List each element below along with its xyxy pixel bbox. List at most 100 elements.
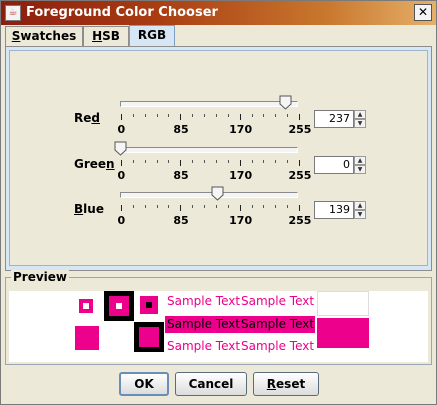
green-slider-track[interactable] xyxy=(120,147,298,153)
major-tick xyxy=(121,205,122,211)
preview-swatch-dot xyxy=(116,303,122,309)
reset-label: eset xyxy=(276,377,306,391)
red-increment-icon[interactable]: ▲ xyxy=(354,110,366,119)
minor-tick xyxy=(263,205,264,208)
ok-button[interactable]: OK xyxy=(119,372,169,396)
major-tick xyxy=(121,114,122,120)
preview-swatch-solid xyxy=(75,326,99,350)
close-button[interactable]: ✕ xyxy=(414,4,432,21)
blue-value-field[interactable]: 139 xyxy=(314,201,354,219)
rgb-tab-panel: Red 0 85 170 255 237 ▲ ▼ Green 0 85 170 255 0 … xyxy=(5,46,432,271)
tab-hsb-label: SB xyxy=(102,29,120,43)
blue-increment-icon[interactable]: ▲ xyxy=(354,201,366,210)
red-slider-thumb[interactable] xyxy=(279,95,292,110)
red-label: Red xyxy=(74,111,100,125)
minor-tick xyxy=(228,205,229,208)
red-spinner[interactable]: 237 ▲ ▼ xyxy=(314,110,366,128)
cancel-button[interactable]: Cancel xyxy=(175,372,247,396)
green-slider-ticks xyxy=(121,160,300,166)
red-decrement-icon[interactable]: ▼ xyxy=(354,119,366,128)
preview-swatch-fg xyxy=(79,299,93,313)
red-slider-track[interactable] xyxy=(120,101,298,107)
tab-hsb[interactable]: HSB xyxy=(83,26,129,46)
green-tick-label: 85 xyxy=(173,169,189,182)
red-tick-label: 170 xyxy=(229,123,253,136)
blue-slider-ticks xyxy=(121,205,300,211)
preview-group: Preview Sample Text Sample Text Sample T… xyxy=(5,270,432,365)
minor-tick xyxy=(204,205,205,208)
minor-tick xyxy=(192,160,193,163)
blue-slider-track[interactable] xyxy=(120,192,298,198)
minor-tick xyxy=(263,114,264,117)
preview-swatch-small-outline xyxy=(75,295,97,317)
red-tick-label: 85 xyxy=(173,123,189,136)
red-slider-ticks xyxy=(121,114,300,120)
preview-swatch-fg-box xyxy=(139,327,159,347)
preview-swatch-small-fill xyxy=(140,296,158,314)
blue-tick-label: 85 xyxy=(173,214,189,227)
tab-rgb[interactable]: RGB xyxy=(129,25,175,47)
tab-rgb-label: RGB xyxy=(137,28,167,42)
minor-tick xyxy=(204,114,205,117)
minor-tick xyxy=(275,114,276,117)
major-tick xyxy=(180,160,181,166)
red-tick-label: 0 xyxy=(117,123,126,136)
green-label-mnemonic: n xyxy=(106,157,115,171)
minor-tick xyxy=(287,205,288,208)
preview-legend: Preview xyxy=(11,270,70,284)
minor-tick xyxy=(168,205,169,208)
minor-tick xyxy=(157,205,158,208)
major-tick xyxy=(240,205,241,211)
minor-tick xyxy=(133,114,134,117)
preview-swatch-black-border xyxy=(134,322,164,352)
minor-tick xyxy=(192,205,193,208)
preview-fg-block xyxy=(317,318,369,348)
minor-tick xyxy=(133,160,134,163)
preview-swatch-black-dot xyxy=(146,302,152,308)
green-spinner[interactable]: 0 ▲ ▼ xyxy=(314,156,366,174)
red-label-text: Re xyxy=(74,111,92,125)
minor-tick xyxy=(275,160,276,163)
blue-slider-thumb[interactable] xyxy=(211,186,224,201)
green-tick-label: 255 xyxy=(288,169,312,182)
minor-tick xyxy=(287,160,288,163)
minor-tick xyxy=(192,114,193,117)
minor-tick xyxy=(157,114,158,117)
minor-tick xyxy=(263,160,264,163)
color-chooser-window: ☕ Foreground Color Chooser ✕ Swatches HS… xyxy=(0,0,437,405)
reset-button[interactable]: Reset xyxy=(253,372,319,396)
tab-swatches[interactable]: Swatches xyxy=(5,26,83,46)
title-bar[interactable]: ☕ Foreground Color Chooser ✕ xyxy=(1,1,436,25)
red-tick-label: 255 xyxy=(288,123,312,136)
sample-text-6: Sample Text xyxy=(241,339,315,353)
window-title: Foreground Color Chooser xyxy=(26,5,218,20)
preview-area: Sample Text Sample Text Sample Text Samp… xyxy=(9,291,428,362)
red-label-mnemonic: d xyxy=(91,111,100,125)
sample-text-5: Sample Text xyxy=(167,339,241,353)
green-label-text: Gree xyxy=(74,157,107,171)
blue-tick-label: 0 xyxy=(117,214,126,227)
blue-decrement-icon[interactable]: ▼ xyxy=(354,210,366,219)
green-decrement-icon[interactable]: ▼ xyxy=(354,165,366,174)
major-tick xyxy=(299,114,300,120)
green-increment-icon[interactable]: ▲ xyxy=(354,156,366,165)
minor-tick xyxy=(216,205,217,208)
blue-tick-label: 170 xyxy=(229,214,253,227)
minor-tick xyxy=(216,114,217,117)
tab-hsb-mnemonic: H xyxy=(92,29,103,43)
sample-text-4: Sample Text xyxy=(241,317,315,331)
blue-label-text: lue xyxy=(83,202,104,216)
red-value-field[interactable]: 237 xyxy=(314,110,354,128)
green-value-field[interactable]: 0 xyxy=(314,156,354,174)
tab-swatches-label: watches xyxy=(20,29,77,43)
minor-tick xyxy=(157,160,158,163)
green-slider-thumb[interactable] xyxy=(114,141,127,156)
sample-text-2: Sample Text xyxy=(241,294,315,308)
major-tick xyxy=(299,160,300,166)
preview-bg-block xyxy=(317,291,369,316)
major-tick xyxy=(180,114,181,120)
sample-text-3: Sample Text xyxy=(167,317,241,331)
blue-spinner[interactable]: 139 ▲ ▼ xyxy=(314,201,366,219)
preview-swatch-fg-inner xyxy=(109,296,129,316)
minor-tick xyxy=(168,160,169,163)
